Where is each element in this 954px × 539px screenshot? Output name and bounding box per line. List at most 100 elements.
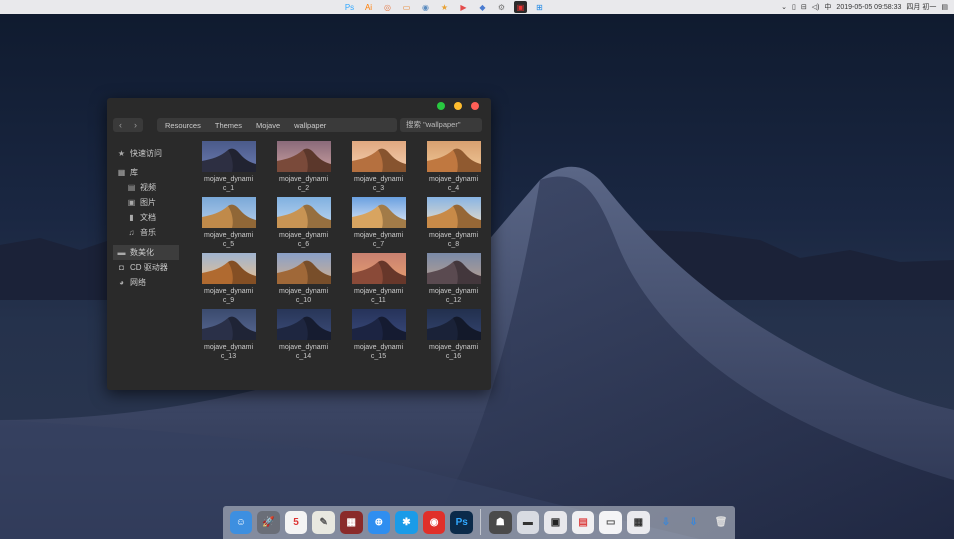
- file-item[interactable]: mojave_dynami c_15: [341, 309, 416, 361]
- folder-dock-icon[interactable]: ⇩: [682, 511, 705, 534]
- breadcrumb-item[interactable]: Resources: [165, 121, 201, 130]
- file-name-line: c_2: [297, 185, 310, 192]
- photoshop-dock-icon[interactable]: Ps: [450, 511, 473, 534]
- breadcrumb-item[interactable]: Mojave: [256, 121, 280, 130]
- sidebar-item-pictures[interactable]: ▣ 图片: [117, 195, 183, 210]
- sidebar: ★ 快速访问 ▦ 库 ▤ 视频 ▣ 图片 ▮ 文档 ♫ 音乐 ▬ 数美化 ◘ CD 驱动器 ◕ 网络: [113, 146, 183, 290]
- back-button[interactable]: ‹: [113, 118, 128, 132]
- file-name-line: c_14: [295, 353, 312, 360]
- file-name-line: mojave_dynami: [278, 232, 329, 239]
- video-tray-icon[interactable]: ▶: [457, 1, 470, 13]
- file-item[interactable]: mojave_dynami c_16: [416, 309, 491, 361]
- frame-tray-icon[interactable]: ▭: [400, 1, 413, 13]
- finder-dock-icon[interactable]: ☺: [229, 511, 253, 534]
- file-item[interactable]: mojave_dynami c_3: [341, 141, 416, 193]
- circle-tray-icon[interactable]: ◎: [381, 1, 394, 13]
- safari-dock-icon[interactable]: ⊕: [367, 511, 391, 534]
- ps-tray-icon[interactable]: Ps: [343, 1, 356, 13]
- windows-tray-icon[interactable]: ⊞: [533, 1, 546, 13]
- search-input[interactable]: 搜索 "wallpaper": [400, 118, 482, 132]
- window-thumb-4-dock-icon[interactable]: ▭: [599, 511, 623, 534]
- library-icon: ▦: [117, 168, 126, 177]
- notes-dock-icon[interactable]: ✎: [312, 511, 335, 534]
- notification-icon[interactable]: ▤: [941, 3, 948, 11]
- calendar-dock-icon[interactable]: 5: [284, 511, 308, 534]
- sidebar-item-music[interactable]: ♫ 音乐: [117, 225, 183, 240]
- gear-tray-icon[interactable]: ⚙: [495, 1, 508, 13]
- file-item[interactable]: mojave_dynami c_10: [266, 253, 341, 305]
- quick-icon: ★: [117, 149, 126, 158]
- file-thumbnail: [276, 253, 331, 284]
- file-item[interactable]: mojave_dynami c_5: [191, 197, 266, 249]
- menu-bar: Ps Ai ◎ ▭ ◉ ★ ▶ ◆ ⚙ ▣ ⊞ ⌄ ▯ ⊟ ◁) 中 2019-05-05 09:5…: [0, 0, 954, 14]
- launchpad-dock-icon[interactable]: 🚀: [257, 511, 280, 534]
- network-icon[interactable]: ⊟: [801, 3, 807, 11]
- file-thumbnail: [426, 309, 481, 340]
- network-icon: ◕: [119, 278, 124, 287]
- file-item[interactable]: mojave_dynami c_6: [266, 197, 341, 249]
- file-thumbnail: [276, 309, 331, 340]
- window-thumb-3-dock-icon[interactable]: ▤: [571, 511, 595, 534]
- file-name: mojave_dynami c_1: [199, 175, 259, 193]
- file-item[interactable]: mojave_dynami c_8: [416, 197, 491, 249]
- clock[interactable]: 2019-05-05 09:58:33: [836, 4, 901, 11]
- chevron-down-icon[interactable]: ⌄: [781, 3, 787, 11]
- camera-tray-icon[interactable]: ◉: [419, 1, 432, 13]
- nav-buttons: ‹ ›: [113, 118, 143, 132]
- sidebar-item-documents[interactable]: ▮ 文档: [117, 210, 183, 225]
- file-name: mojave_dynami c_7: [349, 231, 409, 249]
- file-name-line: c_13: [220, 353, 237, 360]
- window-thumb-5-dock-icon[interactable]: ▦: [627, 511, 650, 534]
- breadcrumb-item[interactable]: wallpaper: [294, 121, 326, 130]
- window-thumb-1-dock-icon[interactable]: ▬: [516, 511, 540, 534]
- file-item[interactable]: mojave_dynami c_14: [266, 309, 341, 361]
- sidebar-item-quick[interactable]: ★ 快速访问: [117, 146, 183, 161]
- file-item[interactable]: mojave_dynami c_7: [341, 197, 416, 249]
- battery-icon[interactable]: ▯: [792, 3, 796, 11]
- volume-icon[interactable]: ◁): [812, 3, 820, 11]
- window-thumb-2-dock-icon[interactable]: ▣: [544, 511, 567, 534]
- star-tray-icon[interactable]: ★: [438, 1, 451, 13]
- ai-tray-icon[interactable]: Ai: [362, 1, 375, 13]
- blue-tray-icon[interactable]: ◆: [476, 1, 489, 13]
- computer-icon: ▬: [117, 248, 126, 257]
- file-name: mojave_dynami c_11: [349, 287, 409, 305]
- file-item[interactable]: mojave_dynami c_1: [191, 141, 266, 193]
- tray-area: Ps Ai ◎ ▭ ◉ ★ ▶ ◆ ⚙ ▣ ⊞: [343, 0, 546, 14]
- file-item[interactable]: mojave_dynami c_11: [341, 253, 416, 305]
- forward-button[interactable]: ›: [128, 118, 143, 132]
- file-thumbnail: [201, 253, 256, 284]
- close-button[interactable]: [471, 102, 479, 110]
- sidebar-item-cd[interactable]: ◘ CD 驱动器: [117, 260, 183, 275]
- monitor-tray-icon[interactable]: ▣: [514, 1, 527, 13]
- file-name: mojave_dynami c_9: [199, 287, 259, 305]
- sidebar-item-library[interactable]: ▦ 库: [117, 165, 183, 180]
- file-item[interactable]: mojave_dynami c_13: [191, 309, 266, 361]
- file-item[interactable]: mojave_dynami c_4: [416, 141, 491, 193]
- file-name-line: c_11: [371, 297, 386, 304]
- file-item[interactable]: mojave_dynami c_2: [266, 141, 341, 193]
- maximize-button[interactable]: [437, 102, 445, 110]
- photo-booth-dock-icon[interactable]: ▦: [339, 511, 363, 534]
- file-name: mojave_dynami c_15: [349, 343, 409, 361]
- sidebar-item-video[interactable]: ▤ 视频: [117, 180, 183, 195]
- breadcrumb-item[interactable]: Themes: [215, 121, 242, 130]
- sidebar-item-network[interactable]: ◕ 网络: [117, 275, 183, 290]
- title-bar[interactable]: [107, 98, 491, 114]
- file-item[interactable]: mojave_dynami c_12: [416, 253, 491, 305]
- pictures-icon: ▣: [127, 198, 136, 207]
- file-item[interactable]: mojave_dynami c_9: [191, 253, 266, 305]
- file-name: mojave_dynami c_4: [424, 175, 484, 193]
- downloads-dock-icon[interactable]: ⇩: [655, 511, 678, 534]
- file-name-line: c_6: [297, 241, 310, 248]
- file-name: mojave_dynami c_14: [274, 343, 334, 361]
- trash-dock-icon[interactable]: 🗑: [710, 511, 733, 534]
- sidebar-item-computer[interactable]: ▬ 数美化: [113, 245, 179, 260]
- file-name: mojave_dynami c_2: [274, 175, 334, 193]
- app-store-dock-icon[interactable]: ✱: [395, 511, 418, 534]
- minimize-button[interactable]: [454, 102, 462, 110]
- preview-dock-icon[interactable]: ☗: [488, 511, 512, 534]
- netease-music-dock-icon[interactable]: ◉: [422, 511, 446, 534]
- input-method-icon[interactable]: 中: [824, 2, 831, 12]
- file-name-line: mojave_dynami: [203, 288, 254, 295]
